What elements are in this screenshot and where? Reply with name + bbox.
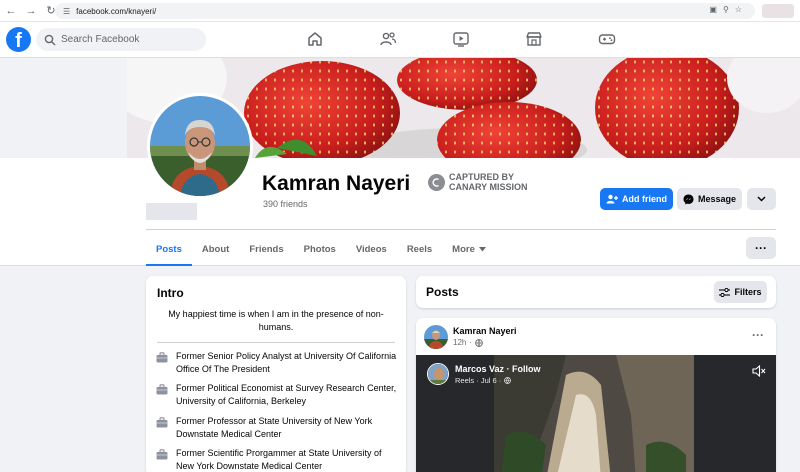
ellipsis-icon: ··· bbox=[755, 241, 767, 255]
url-text: facebook.com/knayeri/ bbox=[76, 6, 157, 16]
add-friend-button[interactable]: Add friend bbox=[600, 188, 673, 210]
post-timestamp[interactable]: 12h · bbox=[453, 338, 483, 347]
intro-bio: My happiest time is when I am in the pre… bbox=[168, 309, 384, 332]
bookmark-star-icon[interactable]: ☆ bbox=[735, 5, 742, 14]
back-icon[interactable]: ← bbox=[2, 2, 20, 20]
intro-work-item: Former Political Economist at Survey Res… bbox=[156, 382, 401, 407]
profile-tabs: Posts About Friends Photos Videos Reels … bbox=[146, 232, 496, 266]
watch-icon[interactable] bbox=[452, 30, 470, 53]
intro-work-item: Former Scientific Prorgammer at State Un… bbox=[156, 447, 401, 472]
reel-meta-text: Reels · Jul 6 · bbox=[455, 376, 502, 385]
intro-card: Intro My happiest time is when I am in t… bbox=[146, 276, 406, 472]
tab-label: Reels bbox=[406, 243, 433, 255]
canary-mission-logo-icon bbox=[428, 173, 445, 191]
tab-about[interactable]: About bbox=[192, 232, 239, 266]
message-button[interactable]: Message bbox=[677, 188, 742, 210]
forward-icon[interactable]: → bbox=[22, 2, 40, 20]
search-box[interactable] bbox=[36, 28, 206, 51]
watermark-line-2: CANARY MISSION bbox=[449, 182, 528, 192]
tab-label: Videos bbox=[355, 243, 387, 255]
site-settings-icon[interactable]: ☰ bbox=[63, 7, 70, 16]
tab-label: More bbox=[452, 243, 475, 255]
posts-header: Posts Filters bbox=[416, 276, 776, 308]
intro-item-text: Former Senior Policy Analyst at Universi… bbox=[176, 351, 397, 374]
post-author-name[interactable]: Kamran Nayeri bbox=[453, 326, 517, 336]
search-icon bbox=[44, 34, 56, 45]
posts-title: Posts bbox=[426, 285, 459, 299]
reel-video[interactable]: Marcos Vaz · Follow Reels · Jul 6 · bbox=[416, 355, 776, 472]
redacted-box bbox=[146, 203, 197, 220]
browser-profile-button[interactable] bbox=[762, 4, 794, 18]
post-author-avatar[interactable] bbox=[424, 325, 448, 349]
reel-meta: Reels · Jul 6 · bbox=[455, 376, 512, 385]
header-divider bbox=[146, 229, 776, 230]
add-friend-label: Add friend bbox=[622, 194, 667, 204]
post-options-button[interactable]: ··· bbox=[752, 328, 764, 342]
tab-label: About bbox=[201, 243, 230, 255]
facebook-logo-icon[interactable]: f bbox=[6, 27, 31, 52]
reel-author-avatar[interactable] bbox=[427, 363, 449, 385]
marketplace-icon[interactable] bbox=[525, 30, 543, 53]
zoom-icon[interactable]: ⚲ bbox=[723, 5, 729, 14]
gaming-icon[interactable] bbox=[598, 30, 616, 53]
watermark: CAPTURED BY CANARY MISSION bbox=[428, 172, 528, 192]
profile-picture[interactable] bbox=[147, 93, 253, 199]
intro-item-text: Former Political Economist at Survey Res… bbox=[176, 383, 397, 406]
tab-friends[interactable]: Friends bbox=[239, 232, 293, 266]
tab-reels[interactable]: Reels bbox=[397, 232, 442, 266]
tab-label: Photos bbox=[303, 243, 336, 255]
strawberry bbox=[595, 58, 739, 158]
filters-label: Filters bbox=[734, 287, 762, 297]
briefcase-icon bbox=[156, 384, 168, 395]
intro-item-text: Former Scientific Prorgammer at State Un… bbox=[176, 448, 382, 471]
intro-title: Intro bbox=[157, 286, 184, 300]
globe-icon bbox=[504, 377, 512, 384]
chevron-down-icon bbox=[757, 196, 766, 202]
add-friend-icon bbox=[606, 194, 618, 204]
friends-count[interactable]: 390 friends bbox=[263, 199, 308, 209]
globe-icon bbox=[475, 338, 483, 347]
caret-down-icon bbox=[478, 246, 486, 251]
briefcase-icon bbox=[156, 449, 168, 460]
mute-icon[interactable] bbox=[752, 364, 766, 382]
intro-work-item: Former Senior Policy Analyst at Universi… bbox=[156, 350, 401, 375]
briefcase-icon bbox=[156, 352, 168, 363]
separator-dot: · bbox=[469, 338, 473, 347]
sliders-icon bbox=[719, 287, 731, 297]
intro-work-item: Former Professor at State University of … bbox=[156, 415, 401, 440]
message-label: Message bbox=[697, 194, 737, 204]
logo-letter: f bbox=[15, 30, 22, 52]
post-card: Kamran Nayeri 12h · ··· Marcos Vaz · Fol… bbox=[416, 318, 776, 472]
filters-button[interactable]: Filters bbox=[714, 281, 767, 303]
facebook-header: f bbox=[0, 22, 800, 58]
home-icon[interactable] bbox=[306, 30, 324, 53]
tab-posts[interactable]: Posts bbox=[146, 232, 192, 266]
intro-divider bbox=[157, 342, 395, 343]
tab-videos[interactable]: Videos bbox=[346, 232, 397, 266]
browser-toolbar: ← → ↻ ☰ facebook.com/knayeri/ ▣ ⚲ ☆ bbox=[0, 0, 800, 22]
tab-more[interactable]: More bbox=[442, 232, 496, 266]
briefcase-icon bbox=[156, 417, 168, 428]
install-icon[interactable]: ▣ bbox=[709, 5, 717, 14]
post-time-text: 12h bbox=[453, 338, 467, 347]
reel-author-follow[interactable]: Marcos Vaz · Follow bbox=[455, 364, 541, 374]
search-input[interactable] bbox=[61, 34, 201, 45]
tab-label: Posts bbox=[156, 243, 182, 255]
tab-photos[interactable]: Photos bbox=[294, 232, 346, 266]
intro-item-text: Former Professor at State University of … bbox=[176, 416, 373, 439]
tab-label: Friends bbox=[249, 243, 284, 255]
friends-icon[interactable] bbox=[379, 30, 397, 53]
profile-dropdown-button[interactable] bbox=[747, 188, 776, 210]
watermark-line-1: CAPTURED BY bbox=[449, 172, 515, 182]
messenger-icon bbox=[683, 194, 694, 204]
profile-name: Kamran Nayeri bbox=[262, 172, 411, 195]
more-options-button[interactable]: ··· bbox=[746, 237, 776, 259]
address-bar[interactable]: ☰ facebook.com/knayeri/ bbox=[55, 3, 755, 19]
